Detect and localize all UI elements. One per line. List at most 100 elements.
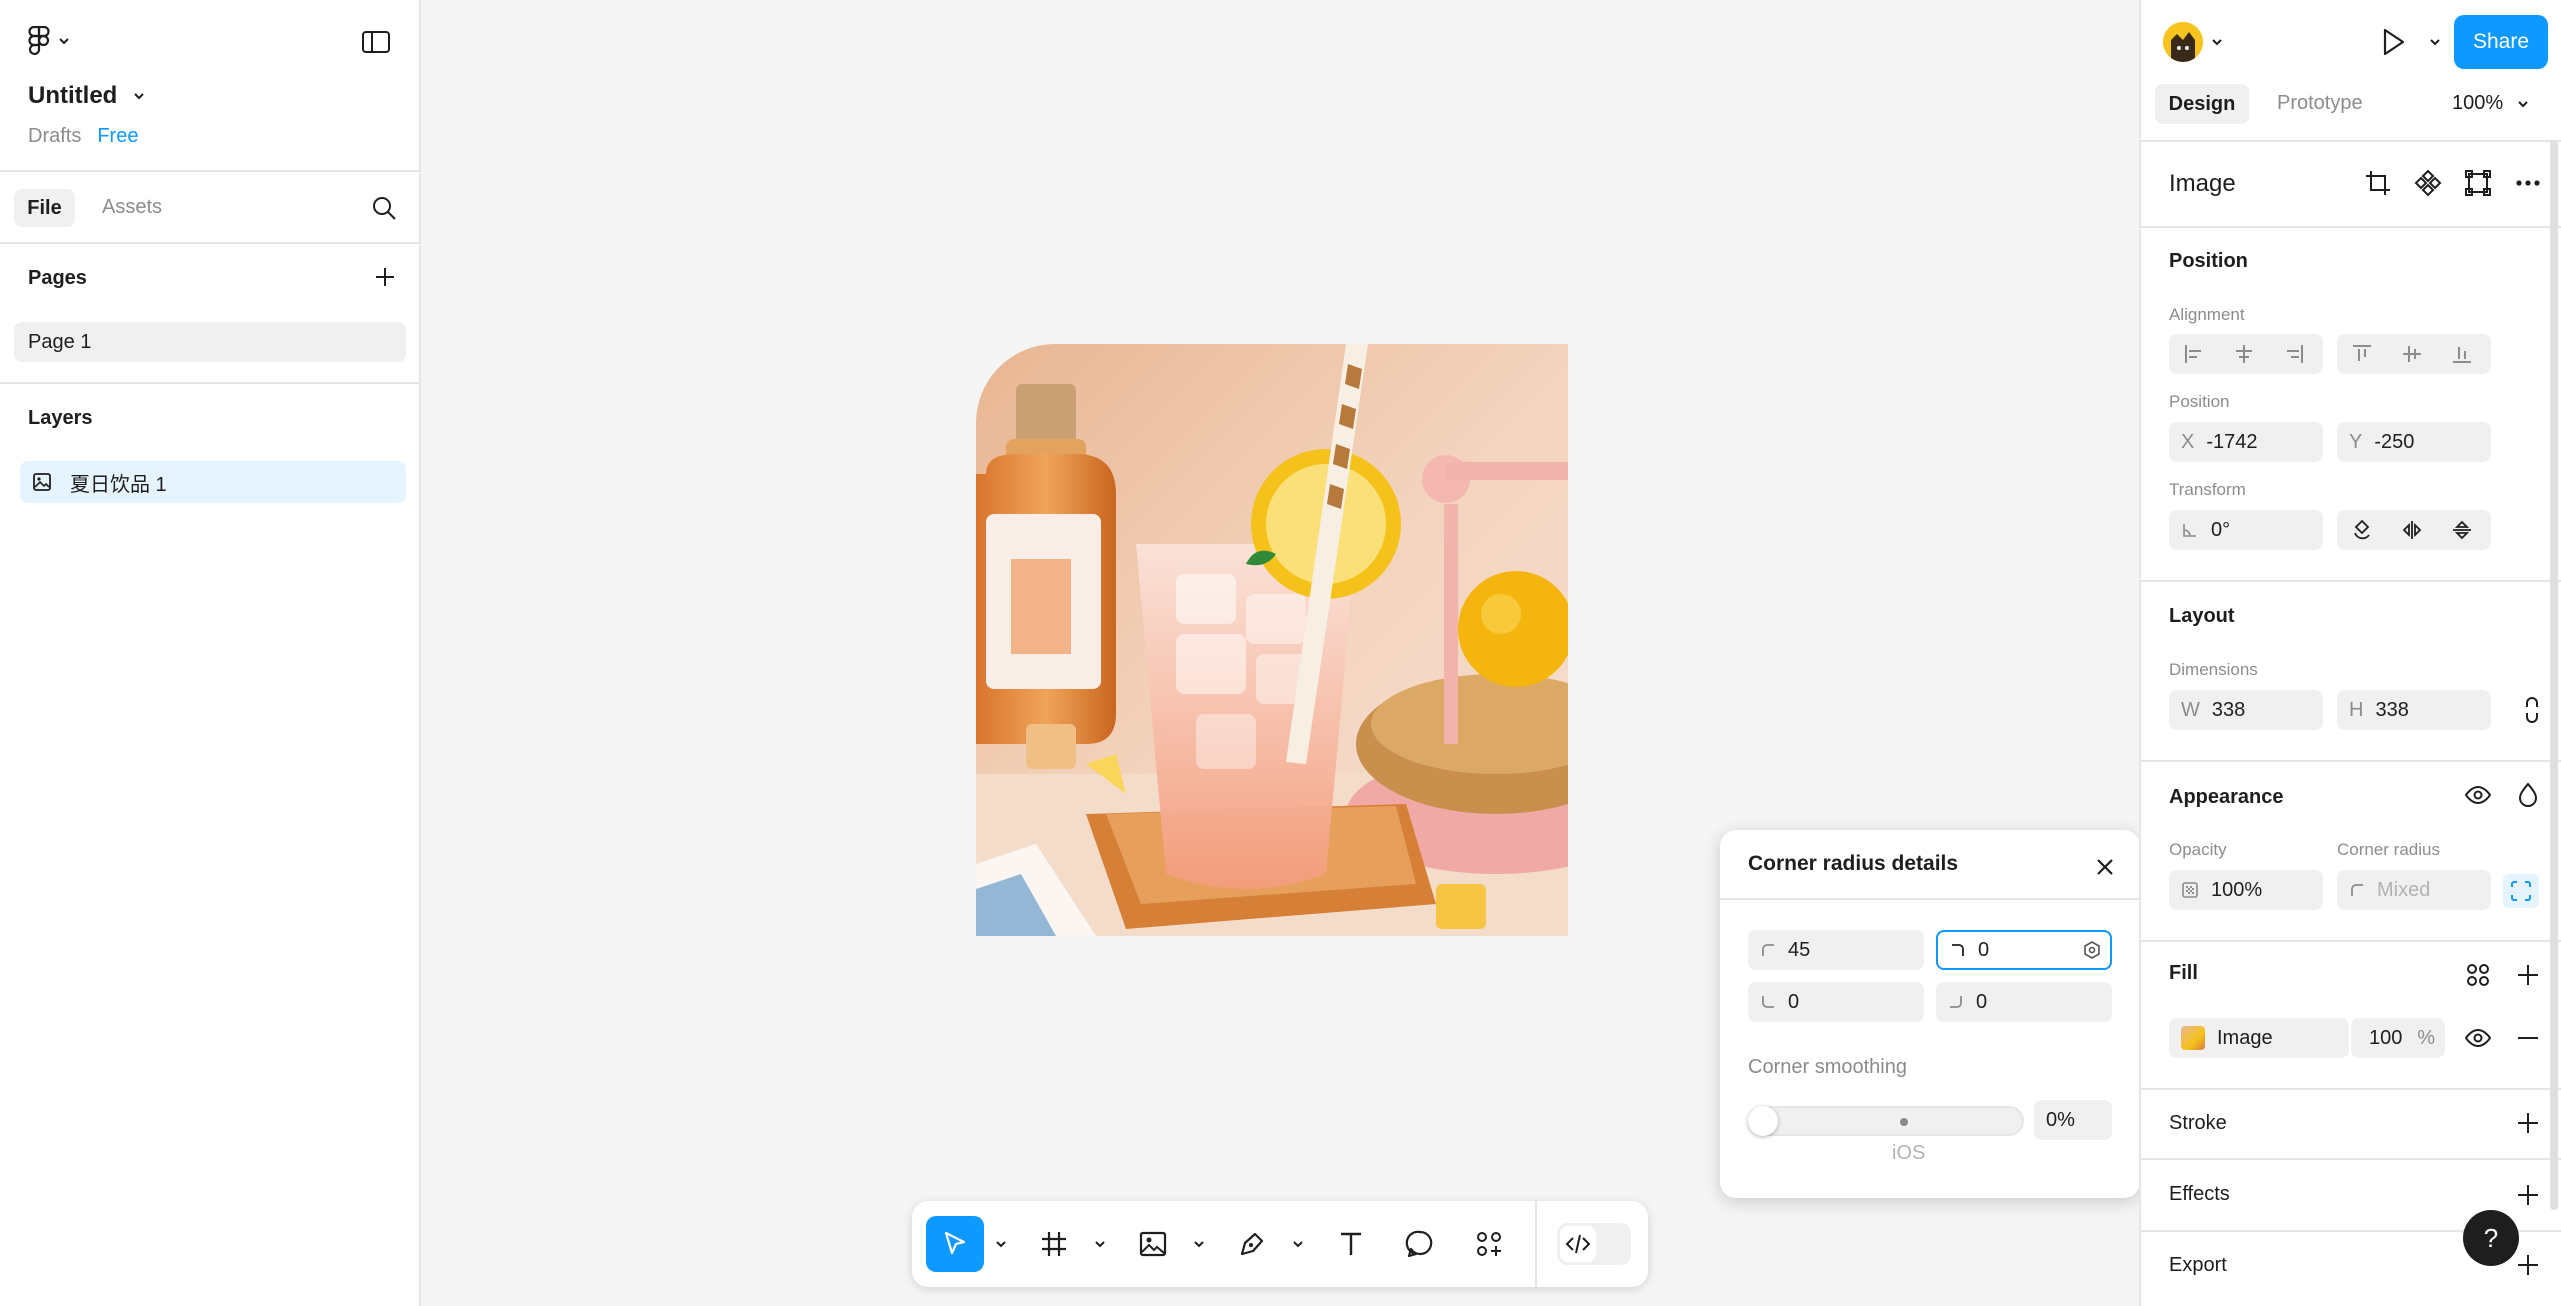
chevron-down-icon[interactable] xyxy=(1291,1237,1305,1251)
align-top-button[interactable] xyxy=(2337,334,2387,374)
flip-vertical-button[interactable] xyxy=(2437,510,2487,550)
dev-mode-knob xyxy=(1560,1226,1596,1262)
sidebar-toggle-icon[interactable] xyxy=(360,26,392,58)
ios-preset-marker xyxy=(1900,1118,1908,1126)
file-title[interactable]: Untitled xyxy=(28,82,145,110)
present-play-icon[interactable] xyxy=(2377,26,2409,58)
corner-smoothing-slider[interactable] xyxy=(1748,1106,2024,1136)
corner-radius-input[interactable]: Mixed xyxy=(2337,870,2491,910)
top-left-radius-input[interactable]: 45 xyxy=(1748,930,1924,970)
slider-thumb[interactable] xyxy=(1748,1106,1778,1136)
search-icon[interactable] xyxy=(368,192,400,224)
x-value: -1742 xyxy=(2206,430,2258,453)
align-center-h-button[interactable] xyxy=(2219,334,2269,374)
variable-icon[interactable] xyxy=(2082,940,2102,960)
frame-tool[interactable] xyxy=(1025,1216,1083,1272)
rotation-input[interactable]: 0° xyxy=(2169,510,2323,550)
blend-mode-icon[interactable] xyxy=(2513,780,2543,810)
tab-design[interactable]: Design xyxy=(2155,84,2249,124)
width-input[interactable]: W 338 xyxy=(2169,690,2323,730)
corner-radius-icon xyxy=(2351,884,2363,896)
comment-tool[interactable] xyxy=(1391,1216,1449,1272)
comment-icon xyxy=(1405,1230,1433,1258)
tab-prototype[interactable]: Prototype xyxy=(2277,92,2363,115)
add-fill-icon[interactable] xyxy=(2513,960,2543,990)
share-button[interactable]: Share xyxy=(2454,15,2548,69)
bottom-left-radius-input[interactable]: 0 xyxy=(1748,982,1924,1022)
chevron-down-icon xyxy=(2518,100,2528,107)
crop-icon[interactable] xyxy=(2363,168,2393,198)
x-position-input[interactable]: X -1742 xyxy=(2169,422,2323,462)
flip-horizontal-button[interactable] xyxy=(2387,510,2437,550)
fill-section-title: Fill xyxy=(2169,962,2198,984)
opacity-icon xyxy=(2182,882,2198,898)
mask-icon[interactable] xyxy=(2463,168,2493,198)
main-menu-button[interactable] xyxy=(28,26,70,56)
pen-tool[interactable] xyxy=(1223,1216,1281,1272)
canvas-image[interactable] xyxy=(976,344,1568,936)
fill-opacity-input[interactable]: 100 % xyxy=(2351,1018,2445,1058)
add-effect-icon[interactable] xyxy=(2513,1180,2543,1210)
add-export-icon[interactable] xyxy=(2513,1250,2543,1280)
zoom-dropdown[interactable]: 100% xyxy=(2452,92,2529,115)
fill-type-input[interactable]: Image xyxy=(2169,1018,2349,1058)
chevron-down-icon[interactable] xyxy=(1093,1237,1107,1251)
tab-assets[interactable]: Assets xyxy=(102,196,162,219)
chevron-down-icon[interactable] xyxy=(2211,36,2223,48)
page-item[interactable]: Page 1 xyxy=(14,322,406,362)
opacity-input[interactable]: 100% xyxy=(2169,870,2323,910)
remove-fill-icon[interactable] xyxy=(2513,1023,2543,1053)
layer-item-label: 夏日饮品 1 xyxy=(70,473,167,496)
align-right-button[interactable] xyxy=(2269,334,2319,374)
add-stroke-icon[interactable] xyxy=(2513,1108,2543,1138)
corner-bottom-left-icon xyxy=(1762,996,1774,1008)
chevron-down-icon[interactable] xyxy=(994,1237,1008,1251)
eye-icon[interactable] xyxy=(2463,780,2493,810)
horizontal-alignment-group xyxy=(2169,334,2323,374)
top-right-radius-input[interactable]: 0 xyxy=(1936,930,2112,970)
figma-logo-icon xyxy=(28,26,50,56)
fill-opacity-value: 100 xyxy=(2369,1026,2403,1049)
y-position-input[interactable]: Y -250 xyxy=(2337,422,2491,462)
help-button[interactable]: ? xyxy=(2463,1210,2519,1266)
text-icon xyxy=(1341,1232,1361,1255)
corner-bottom-right-icon xyxy=(1950,996,1962,1008)
image-tool[interactable] xyxy=(1124,1216,1182,1272)
bottom-right-radius-input[interactable]: 0 xyxy=(1936,982,2112,1022)
move-tool[interactable] xyxy=(926,1216,984,1272)
toolbar-divider xyxy=(1535,1201,1537,1287)
eye-icon[interactable] xyxy=(2463,1023,2493,1053)
chevron-down-icon[interactable] xyxy=(1192,1237,1206,1251)
height-input[interactable]: H 338 xyxy=(2337,690,2491,730)
add-page-icon[interactable] xyxy=(370,262,400,292)
tab-file[interactable]: File xyxy=(14,189,75,227)
align-bottom-icon xyxy=(2453,347,2471,363)
layer-item[interactable]: 夏日饮品 1 xyxy=(20,461,406,503)
export-section-title[interactable]: Export xyxy=(2169,1254,2227,1277)
component-icon[interactable] xyxy=(2413,168,2443,198)
avatar[interactable] xyxy=(2163,22,2203,62)
dimensions-label: Dimensions xyxy=(2169,660,2258,679)
actions-tool[interactable] xyxy=(1460,1216,1518,1272)
align-left-button[interactable] xyxy=(2169,334,2219,374)
text-tool[interactable] xyxy=(1322,1216,1380,1272)
styles-grid-icon[interactable] xyxy=(2463,960,2493,990)
align-center-horizontal-icon xyxy=(2236,345,2252,363)
align-bottom-button[interactable] xyxy=(2437,334,2487,374)
stroke-section-title[interactable]: Stroke xyxy=(2169,1112,2227,1135)
right-panel-scrollbar[interactable] xyxy=(2550,140,2558,1210)
corner-smoothing-input[interactable]: 0% xyxy=(2034,1100,2112,1140)
rotate-button[interactable] xyxy=(2337,510,2387,550)
align-center-v-button[interactable] xyxy=(2387,334,2437,374)
chevron-down-icon[interactable] xyxy=(2429,36,2441,48)
corner-top-left-icon xyxy=(1762,944,1774,956)
independent-corners-button[interactable] xyxy=(2503,874,2539,908)
dev-mode-toggle[interactable] xyxy=(1557,1223,1631,1265)
divider xyxy=(0,382,421,384)
constrain-proportions-icon[interactable] xyxy=(2517,695,2547,725)
more-options-icon[interactable] xyxy=(2513,168,2543,198)
close-icon[interactable] xyxy=(2090,852,2120,882)
plan-badge[interactable]: Free xyxy=(97,125,138,148)
effects-section-title[interactable]: Effects xyxy=(2169,1183,2230,1206)
drafts-link[interactable]: Drafts xyxy=(28,125,81,148)
